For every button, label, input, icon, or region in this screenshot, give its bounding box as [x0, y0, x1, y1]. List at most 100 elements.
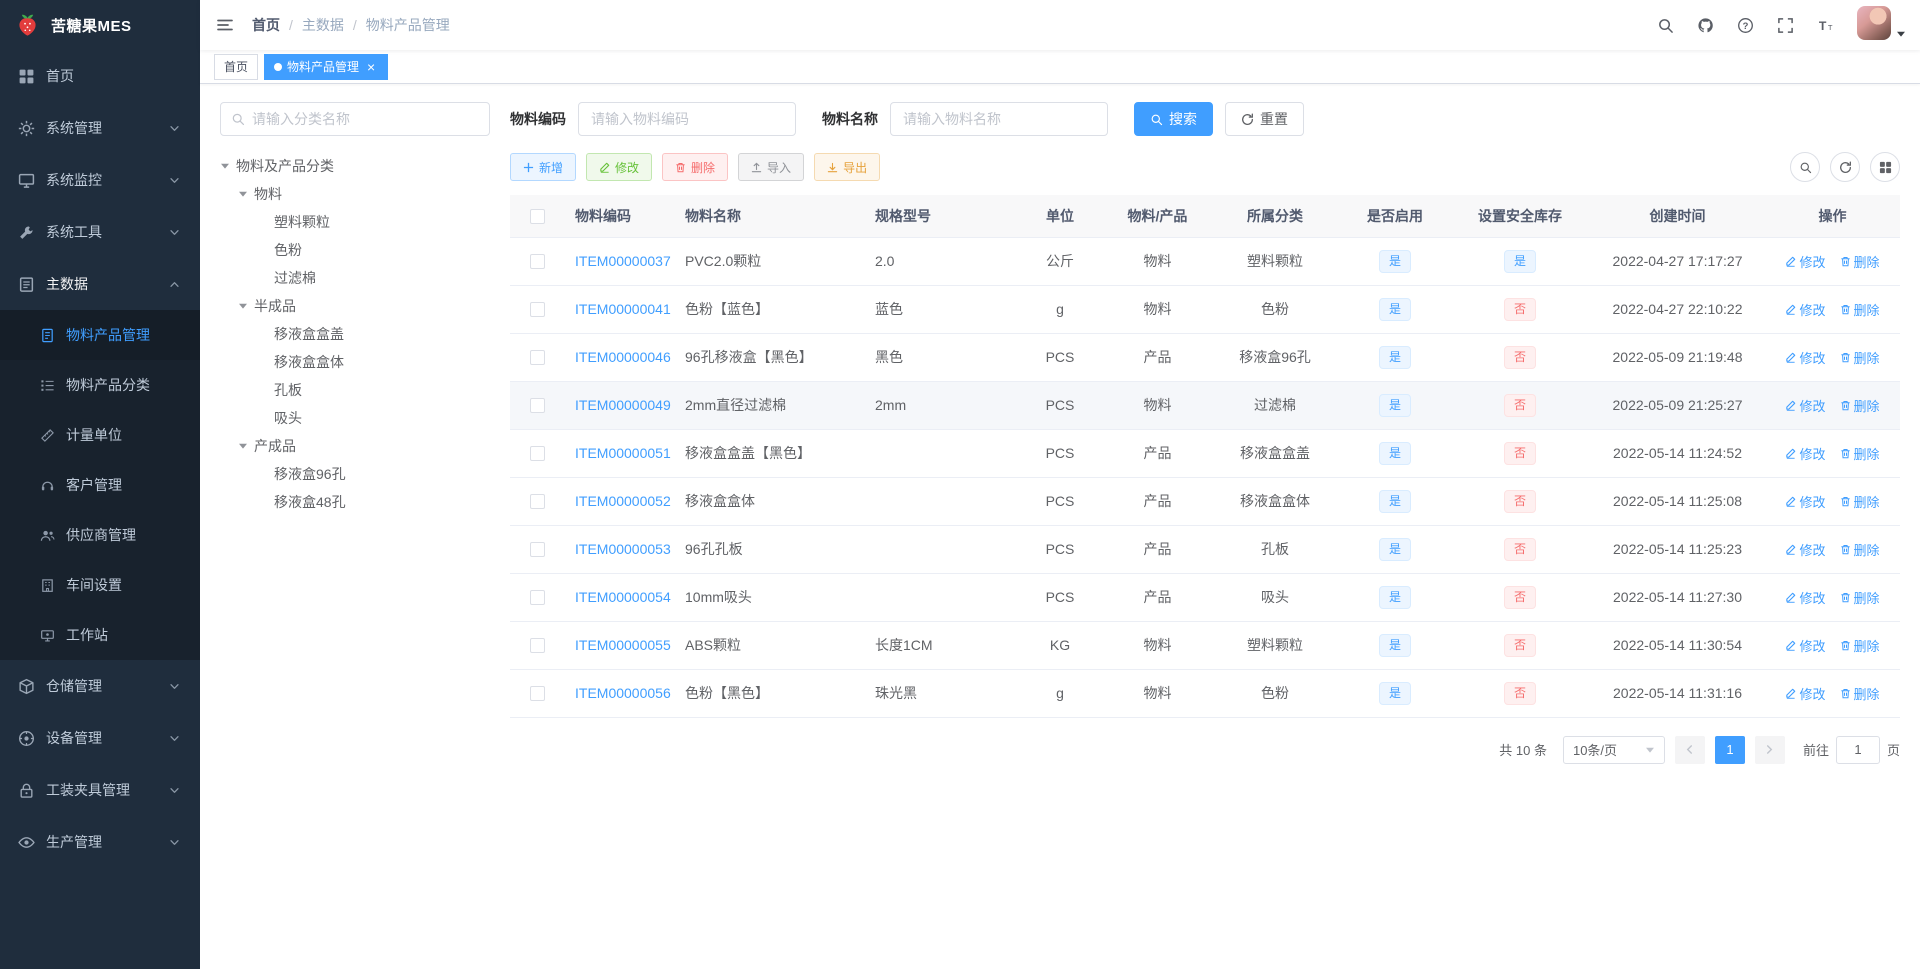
material-code-link[interactable]: ITEM00000046	[575, 349, 671, 365]
row-delete-button[interactable]: 删除	[1840, 540, 1880, 559]
material-code-link[interactable]: ITEM00000054	[575, 589, 671, 605]
navbar-help-button[interactable]: ?	[1727, 0, 1763, 50]
row-edit-button[interactable]: 修改	[1785, 636, 1826, 655]
navbar-font-size-button[interactable]: TT	[1807, 0, 1843, 50]
tree-node[interactable]: 移液盒48孔	[220, 488, 490, 516]
export-button[interactable]: 导出	[814, 153, 881, 181]
material-code-link[interactable]: ITEM00000037	[575, 253, 671, 269]
tree-node[interactable]: 移液盒96孔	[220, 460, 490, 488]
material-code-link[interactable]: ITEM00000052	[575, 493, 671, 509]
row-checkbox[interactable]	[530, 590, 545, 606]
row-edit-button[interactable]: 修改	[1785, 348, 1826, 367]
toggle-columns-button[interactable]	[1870, 152, 1900, 182]
tag-view-item[interactable]: 首页	[214, 53, 259, 80]
row-checkbox[interactable]	[530, 302, 545, 318]
sidebar-toggle-button[interactable]	[200, 0, 250, 50]
row-edit-button[interactable]: 修改	[1785, 444, 1826, 463]
page-number-button[interactable]: 1	[1714, 735, 1745, 764]
add-button[interactable]: 新增	[510, 153, 577, 181]
tree-node[interactable]: 产成品	[220, 432, 490, 460]
row-delete-button[interactable]: 删除	[1840, 636, 1880, 655]
tree-node[interactable]: 移液盒盒盖	[220, 320, 490, 348]
row-delete-button[interactable]: 删除	[1840, 588, 1880, 607]
sidebar-item-system-admin[interactable]: 系统管理	[0, 102, 200, 154]
sidebar-item-material-product-category[interactable]: 物料产品分类	[0, 360, 200, 410]
row-checkbox[interactable]	[530, 254, 545, 270]
tree-node[interactable]: 移液盒盒体	[220, 348, 490, 376]
search-button[interactable]: 搜索	[1134, 102, 1213, 136]
row-checkbox[interactable]	[530, 638, 545, 654]
row-delete-button[interactable]: 删除	[1840, 492, 1880, 511]
row-checkbox[interactable]	[530, 398, 545, 414]
tree-node[interactable]: 物料及产品分类	[220, 152, 490, 180]
row-edit-button[interactable]: 修改	[1785, 540, 1826, 559]
tree-node[interactable]: 孔板	[220, 376, 490, 404]
navbar-fullscreen-button[interactable]	[1767, 0, 1803, 50]
tree-node[interactable]: 色粉	[220, 236, 490, 264]
row-edit-button[interactable]: 修改	[1785, 684, 1826, 703]
row-edit-button[interactable]: 修改	[1785, 252, 1826, 271]
sidebar-item-home[interactable]: 首页	[0, 50, 200, 102]
select-all-checkbox[interactable]	[530, 209, 545, 225]
delete-button[interactable]: 删除	[662, 153, 729, 181]
sidebar-item-material-product-mgmt[interactable]: 物料产品管理	[0, 310, 200, 360]
breadcrumb-item[interactable]: 主数据	[302, 15, 344, 35]
row-edit-button[interactable]: 修改	[1785, 396, 1826, 415]
sidebar-item-warehouse-mgmt[interactable]: 仓储管理	[0, 660, 200, 712]
material-code-link[interactable]: ITEM00000051	[575, 445, 671, 461]
row-delete-button[interactable]: 删除	[1840, 684, 1880, 703]
category-search-input[interactable]	[252, 111, 479, 127]
next-page-button[interactable]	[1754, 735, 1785, 764]
refresh-button[interactable]	[1830, 152, 1860, 182]
row-delete-button[interactable]: 删除	[1840, 348, 1880, 367]
material-code-input[interactable]	[578, 102, 796, 136]
sidebar-item-production-mgmt[interactable]: 生产管理	[0, 816, 200, 868]
material-code-link[interactable]: ITEM00000055	[575, 637, 671, 653]
material-code-link[interactable]: ITEM00000041	[575, 301, 671, 317]
tag-view-item[interactable]: 物料产品管理 ×	[264, 53, 389, 80]
material-name-input[interactable]	[890, 102, 1108, 136]
page-size-select[interactable]: 10条/页	[1562, 735, 1665, 764]
material-code-link[interactable]: ITEM00000056	[575, 685, 671, 701]
row-edit-button[interactable]: 修改	[1785, 588, 1826, 607]
sidebar-item-equipment-mgmt[interactable]: 设备管理	[0, 712, 200, 764]
material-code-link[interactable]: ITEM00000053	[575, 541, 671, 557]
app-logo[interactable]: 苦糖果MES	[0, 0, 200, 50]
goto-page-input[interactable]	[1835, 735, 1880, 764]
sidebar-item-master-data[interactable]: 主数据	[0, 258, 200, 310]
sidebar-item-supplier-mgmt[interactable]: 供应商管理	[0, 510, 200, 560]
sidebar-item-workshop-setting[interactable]: 车间设置	[0, 560, 200, 610]
sidebar-item-workstation[interactable]: 工作站	[0, 610, 200, 660]
sidebar-item-customer-mgmt[interactable]: 客户管理	[0, 460, 200, 510]
tree-node[interactable]: 物料	[220, 180, 490, 208]
row-delete-button[interactable]: 删除	[1840, 300, 1880, 319]
row-delete-button[interactable]: 删除	[1840, 396, 1880, 415]
import-button[interactable]: 导入	[738, 153, 805, 181]
sidebar-item-system-monitor[interactable]: 系统监控	[0, 154, 200, 206]
sidebar-item-measure-unit[interactable]: 计量单位	[0, 410, 200, 460]
tree-node[interactable]: 吸头	[220, 404, 490, 432]
prev-page-button[interactable]	[1674, 735, 1705, 764]
tree-node[interactable]: 过滤棉	[220, 264, 490, 292]
row-checkbox[interactable]	[530, 446, 545, 462]
tree-node[interactable]: 塑料颗粒	[220, 208, 490, 236]
material-code-link[interactable]: ITEM00000049	[575, 397, 671, 413]
sidebar-item-system-tools[interactable]: 系统工具	[0, 206, 200, 258]
user-menu[interactable]	[1857, 6, 1906, 44]
row-checkbox[interactable]	[530, 494, 545, 510]
toggle-search-button[interactable]	[1790, 152, 1820, 182]
row-checkbox[interactable]	[530, 686, 545, 702]
row-edit-button[interactable]: 修改	[1785, 300, 1826, 319]
navbar-github-button[interactable]	[1687, 0, 1723, 50]
row-checkbox[interactable]	[530, 350, 545, 366]
tree-node[interactable]: 半成品	[220, 292, 490, 320]
row-checkbox[interactable]	[530, 542, 545, 558]
row-edit-button[interactable]: 修改	[1785, 492, 1826, 511]
navbar-search-button[interactable]	[1647, 0, 1683, 50]
edit-button[interactable]: 修改	[586, 153, 653, 181]
breadcrumb-item[interactable]: 首页	[252, 15, 280, 35]
reset-button[interactable]: 重置	[1225, 102, 1304, 136]
sidebar-item-fixture-mgmt[interactable]: 工装夹具管理	[0, 764, 200, 816]
row-delete-button[interactable]: 删除	[1840, 252, 1880, 271]
close-icon[interactable]: ×	[364, 60, 378, 74]
